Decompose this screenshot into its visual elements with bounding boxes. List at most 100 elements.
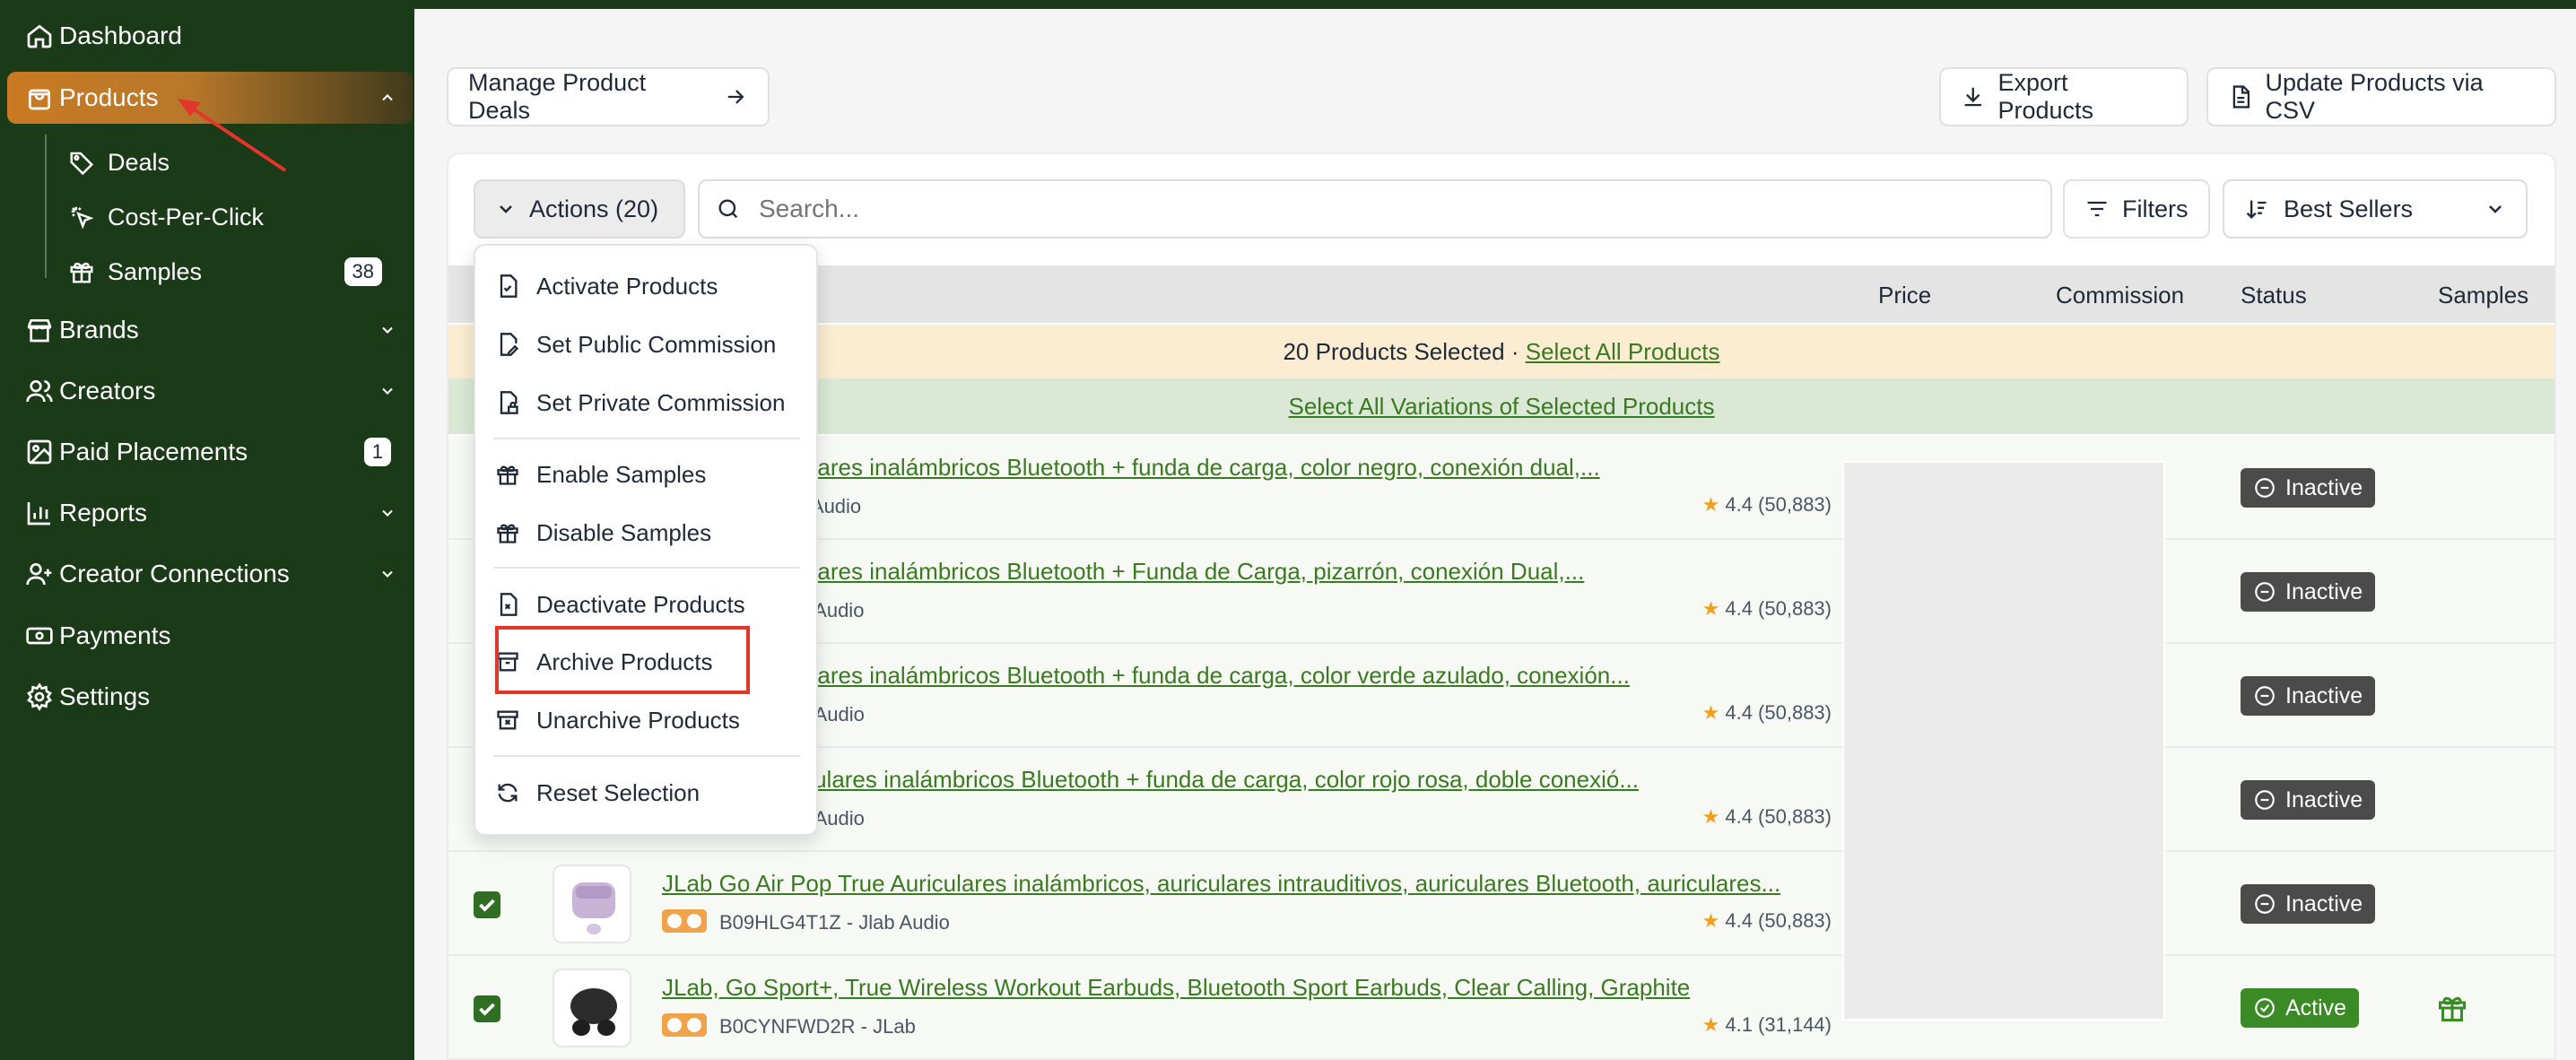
filters-button[interactable]: Filters: [2063, 179, 2210, 239]
menu-item-set-public-commission[interactable]: Set Public Commission: [495, 320, 776, 369]
file-edit-icon: [500, 333, 519, 356]
table-row[interactable]: JLab Go Air Pop True Auriculares inalámb…: [448, 852, 2554, 956]
check-icon: [479, 1003, 495, 1016]
status-badge[interactable]: Inactive: [2241, 676, 2376, 716]
file-lock-icon: [500, 391, 518, 414]
row-checkbox[interactable]: [474, 995, 500, 1022]
actions-dropdown-menu: Activate Products Set Public Commission …: [474, 244, 818, 836]
sidebar-item-samples[interactable]: Samples 38: [68, 249, 400, 294]
search-box[interactable]: [698, 179, 2052, 239]
sidebar-item-label: Settings: [59, 682, 151, 710]
menu-item-label: Set Public Commission: [536, 330, 777, 358]
status-badge[interactable]: Active: [2241, 988, 2360, 1028]
product-thumbnail[interactable]: [553, 865, 631, 943]
product-title-link[interactable]: op True Auriculares inalámbricos Bluetoo…: [662, 662, 1819, 690]
sidebar-item-brands[interactable]: Brands: [7, 304, 413, 356]
sidebar-item-cost-per-click[interactable]: Cost-Per-Click: [68, 195, 400, 239]
status-badge[interactable]: Inactive: [2241, 468, 2376, 508]
status-badge[interactable]: Inactive: [2241, 780, 2376, 820]
minus-circle-icon: [2255, 582, 2275, 602]
menu-item-unarchive-products[interactable]: Unarchive Products: [495, 696, 740, 744]
archive-x-icon: [497, 710, 518, 730]
actions-button[interactable]: Actions (20): [474, 179, 685, 239]
export-products-button[interactable]: Export Products: [1939, 67, 2189, 126]
manage-deals-button[interactable]: Manage Product Deals: [447, 67, 770, 126]
product-rating: ★ 4.4 (50,883): [1702, 805, 1832, 829]
row-checkbox[interactable]: [474, 891, 500, 918]
check-icon: [479, 899, 495, 912]
menu-item-activate-products[interactable]: Activate Products: [495, 262, 718, 310]
refresh-icon: [498, 783, 518, 803]
sidebar-item-creator-connections[interactable]: Creator Connections: [7, 548, 413, 600]
sidebar-item-label: Creator Connections: [59, 560, 290, 587]
menu-item-reset-selection[interactable]: Reset Selection: [495, 769, 700, 817]
sidebar-item-label: Dashboard: [59, 22, 182, 49]
product-title-link[interactable]: JLab Go Air Pop True Auriculares inalámb…: [662, 870, 1819, 898]
product-title-link[interactable]: op True Auriculares inalámbricos Bluetoo…: [662, 558, 1819, 586]
product-title-link[interactable]: JLab, Go Sport+, True Wireless Workout E…: [662, 974, 1819, 1002]
archive-highlight-box: [495, 626, 750, 694]
menu-item-label: Set Private Commission: [536, 388, 786, 416]
menu-item-set-private-commission[interactable]: Set Private Commission: [495, 378, 785, 427]
status-label: Inactive: [2285, 682, 2363, 708]
sidebar: Dashboard Products Deals Cost-Per-Click …: [0, 0, 414, 1060]
sort-select[interactable]: Best Sellers: [2223, 179, 2528, 239]
selected-count-text: 20 Products Selected ·: [1283, 337, 1526, 365]
menu-item-label: Reset Selection: [536, 778, 701, 806]
earbuds-case-image: [572, 882, 615, 934]
sidebar-item-label: Products: [59, 83, 159, 111]
header-status[interactable]: Status: [2241, 282, 2307, 309]
header-samples[interactable]: Samples: [2438, 282, 2528, 309]
chevron-up-icon: [382, 94, 393, 101]
actions-label: Actions (20): [529, 195, 659, 222]
menu-item-deactivate-products[interactable]: Deactivate Products: [495, 580, 745, 629]
status-badge[interactable]: Inactive: [2241, 884, 2376, 924]
menu-item-enable-samples[interactable]: Enable Samples: [495, 450, 706, 499]
export-label: Export Products: [1997, 69, 2094, 124]
minus-circle-icon: [2255, 478, 2275, 498]
menu-item-label: Deactivate Products: [536, 590, 745, 618]
menu-divider: [493, 567, 800, 569]
sidebar-item-paid-placements[interactable]: Paid Placements 1: [7, 426, 413, 478]
minus-circle-icon: [2255, 686, 2275, 706]
product-title-link[interactable]: op True - Auriculares inalámbricos Bluet…: [662, 766, 1819, 794]
product-rating: ★ 4.4 (50,883): [1702, 701, 1832, 725]
menu-divider: [493, 755, 800, 757]
header-commission[interactable]: Commission: [2056, 282, 2184, 309]
file-x-icon: [500, 593, 518, 616]
product-thumbnail[interactable]: [553, 969, 631, 1047]
sidebar-item-settings[interactable]: Settings: [7, 671, 413, 723]
chevron-down-icon: [382, 509, 393, 517]
menu-item-label: Disable Samples: [536, 518, 712, 546]
marketplace-flags: [662, 909, 707, 933]
search-input[interactable]: [759, 195, 2015, 223]
sidebar-item-creators[interactable]: Creators: [7, 365, 413, 417]
header-price: Price: [1878, 282, 1932, 308]
select-all-products-link[interactable]: Select All Products: [1526, 338, 1720, 366]
product-meta: B09HLG4T1Z - Jlab Audio: [719, 911, 950, 934]
sidebar-item-payments[interactable]: Payments: [7, 610, 413, 662]
minus-circle-icon: [2255, 894, 2275, 914]
paid-placements-badge: 1: [363, 438, 391, 466]
gift-icon: [497, 465, 518, 485]
price-placeholder: [1842, 461, 2165, 1021]
product-rating: ★ 4.4 (50,883): [1702, 597, 1832, 621]
status-label: Inactive: [2285, 474, 2363, 500]
rating-text: 4.4 (50,883): [1725, 701, 1832, 724]
menu-item-disable-samples[interactable]: Disable Samples: [495, 508, 711, 557]
sidebar-item-dashboard[interactable]: Dashboard: [7, 10, 413, 62]
star-icon: ★: [1701, 1013, 1720, 1036]
table-row[interactable]: JLab, Go Sport+, True Wireless Workout E…: [448, 956, 2554, 1060]
select-all-variations-link[interactable]: Select All Variations of Selected Produc…: [1289, 393, 1715, 421]
update-csv-button[interactable]: Update Products via CSV: [2206, 67, 2556, 126]
rating-text: 4.4 (50,883): [1725, 909, 1832, 932]
sidebar-item-label: Creators: [59, 377, 156, 404]
status-badge[interactable]: Inactive: [2241, 572, 2376, 612]
sidebar-item-reports[interactable]: Reports: [7, 487, 413, 539]
product-title-link[interactable]: op True Auriculares inalámbricos Bluetoo…: [662, 454, 1819, 482]
product-meta: B0CYNFWD2R - JLab: [719, 1015, 916, 1038]
star-icon: ★: [1701, 701, 1720, 724]
tag-icon: [70, 152, 94, 176]
gift-icon[interactable]: [2436, 992, 2468, 1024]
star-icon: ★: [1701, 493, 1720, 516]
